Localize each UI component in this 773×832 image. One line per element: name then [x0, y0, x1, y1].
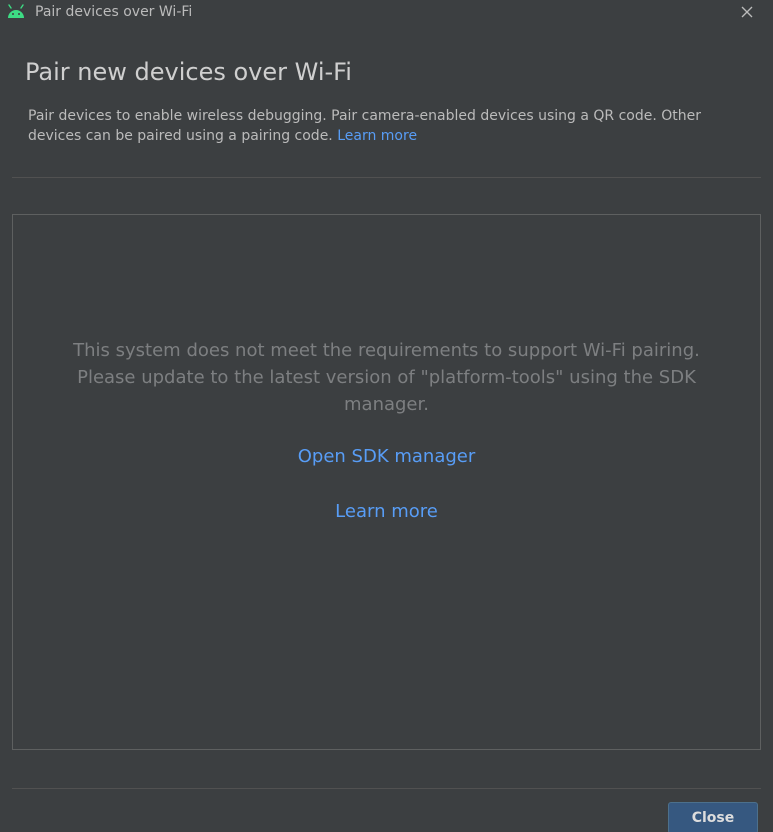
title-bar: Pair devices over Wi-Fi: [0, 0, 773, 26]
pair-devices-dialog: Pair devices over Wi-Fi Pair new devices…: [0, 0, 773, 832]
android-icon: [6, 4, 26, 20]
open-sdk-manager-row: Open SDK manager: [13, 446, 760, 467]
page-title: Pair new devices over Wi-Fi: [25, 58, 352, 86]
open-sdk-manager-link[interactable]: Open SDK manager: [298, 446, 476, 467]
window-title: Pair devices over Wi-Fi: [35, 4, 193, 20]
learn-more-row: Learn more: [13, 501, 760, 522]
message-line: Please update to the latest version of "…: [77, 367, 696, 388]
close-button[interactable]: Close: [668, 802, 758, 832]
learn-more-link[interactable]: Learn more: [337, 128, 417, 144]
requirements-message: This system does not meet the requiremen…: [13, 337, 760, 418]
pairing-panel: This system does not meet the requiremen…: [12, 214, 761, 750]
divider-top: [12, 177, 761, 178]
panel-learn-more-link[interactable]: Learn more: [335, 501, 438, 522]
message-line: manager.: [344, 394, 429, 415]
description-text: Pair devices to enable wireless debuggin…: [28, 106, 758, 146]
message-line: This system does not meet the requiremen…: [73, 340, 700, 361]
close-icon[interactable]: [739, 4, 755, 20]
divider-bottom: [12, 788, 761, 789]
